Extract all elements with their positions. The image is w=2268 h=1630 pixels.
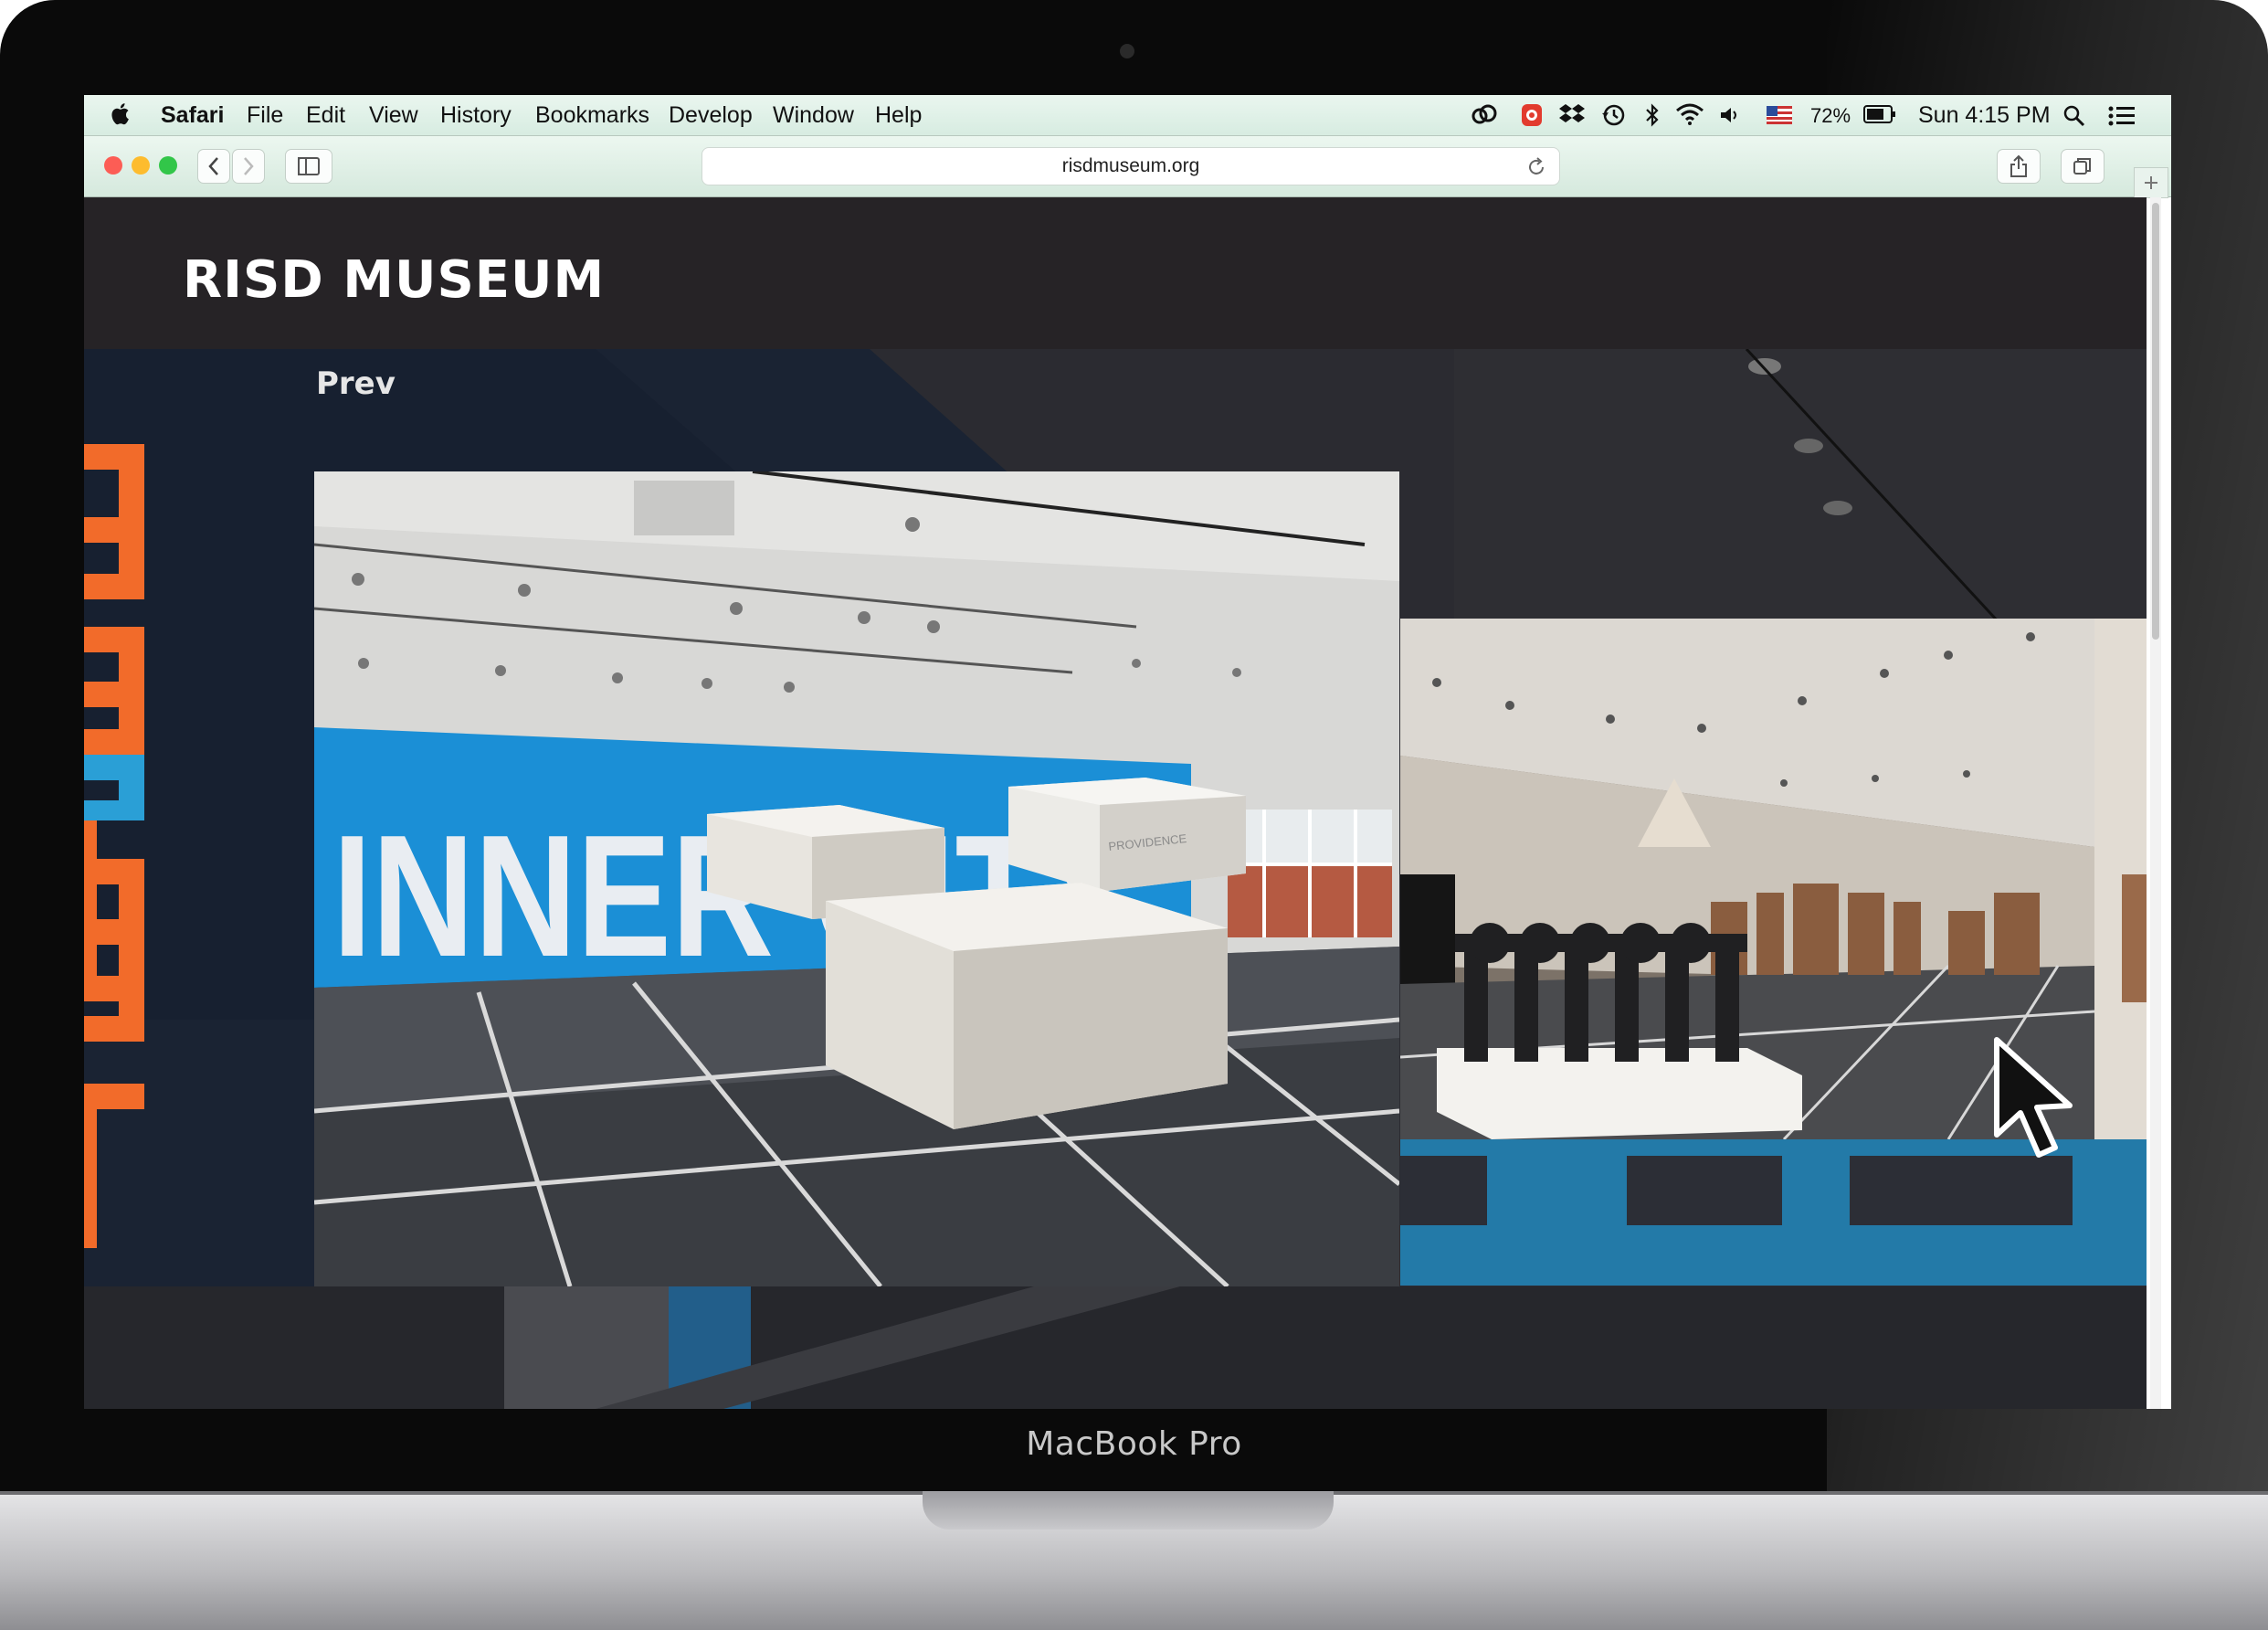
apple-icon[interactable] (111, 102, 132, 126)
forward-icon (244, 157, 254, 175)
scrollbar-thumb[interactable] (2152, 203, 2159, 640)
site-header: RISD MUSEUM (84, 197, 2147, 349)
menu-edit[interactable]: Edit (306, 102, 345, 129)
wifi-icon[interactable] (1675, 102, 1704, 126)
browser-toolbar: risdmuseum.org (84, 136, 2171, 198)
screen: Safari File Edit View History Bookmarks … (84, 95, 2171, 1409)
creative-cloud-icon[interactable] (1471, 103, 1498, 127)
menu-window[interactable]: Window (773, 102, 854, 129)
menu-view[interactable]: View (369, 102, 418, 129)
back-icon (208, 157, 218, 175)
menu-history[interactable]: History (440, 102, 512, 129)
time-machine-icon[interactable] (1600, 102, 1626, 128)
menu-app-name[interactable]: Safari (161, 102, 224, 129)
share-button[interactable] (1997, 149, 2041, 184)
spotlight-icon[interactable] (2062, 104, 2086, 128)
menu-help[interactable]: Help (875, 102, 922, 129)
dropbox-icon[interactable] (1558, 102, 1586, 128)
camera-icon (1120, 44, 1134, 58)
notification-center-icon[interactable] (2108, 106, 2136, 126)
zoom-window-button[interactable] (159, 156, 177, 175)
url-text: risdmuseum.org (1061, 155, 1200, 176)
volume-icon[interactable] (1719, 104, 1741, 126)
gallery-photo-sculptures (1400, 619, 2147, 1286)
sidebar-button[interactable] (285, 149, 332, 184)
model-label: MacBook Pro (1026, 1425, 1242, 1463)
slide-inner-city[interactable]: INNER CITY PROVIDENCE (314, 471, 1399, 1286)
clock[interactable]: Sun 4:15 PM (1918, 102, 2051, 129)
laptop-hinge-notch (923, 1491, 1334, 1529)
new-tab-button[interactable] (2134, 167, 2168, 198)
flag-icon[interactable] (1767, 106, 1792, 124)
site-logo[interactable]: RISD MUSEUM (183, 250, 605, 310)
battery-icon[interactable] (1863, 104, 1896, 124)
bluetooth-icon[interactable] (1644, 101, 1661, 129)
gallery-photo-inner-city: INNER CITY PROVIDENCE (314, 471, 1399, 1286)
menu-bar: Safari File Edit View History Bookmarks … (84, 95, 2171, 136)
tabs-icon (2073, 158, 2091, 175)
back-button[interactable] (197, 149, 230, 184)
battery-percent: 72% (1810, 104, 1851, 127)
address-bar[interactable]: risdmuseum.org (701, 147, 1560, 185)
menu-develop[interactable]: Develop (669, 102, 753, 129)
slide-next-gallery[interactable] (1400, 619, 2147, 1286)
minimize-window-button[interactable] (132, 156, 150, 175)
cursor-arrow-icon (1994, 1037, 2073, 1158)
menu-bookmarks[interactable]: Bookmarks (535, 102, 649, 129)
close-window-button[interactable] (104, 156, 122, 175)
menu-file[interactable]: File (247, 102, 283, 129)
new-tab-icon (2145, 176, 2157, 189)
web-page: RISD MUSEUM Prev INNER PROVIDENCE (84, 197, 2147, 1409)
tabs-button[interactable] (2061, 149, 2104, 184)
forward-button[interactable] (232, 149, 265, 184)
sidebar-icon (298, 157, 320, 175)
share-icon (2010, 154, 2027, 177)
record-icon[interactable] (1520, 102, 1544, 128)
reload-icon[interactable] (1526, 157, 1546, 177)
prev-button[interactable]: Prev (316, 365, 396, 402)
